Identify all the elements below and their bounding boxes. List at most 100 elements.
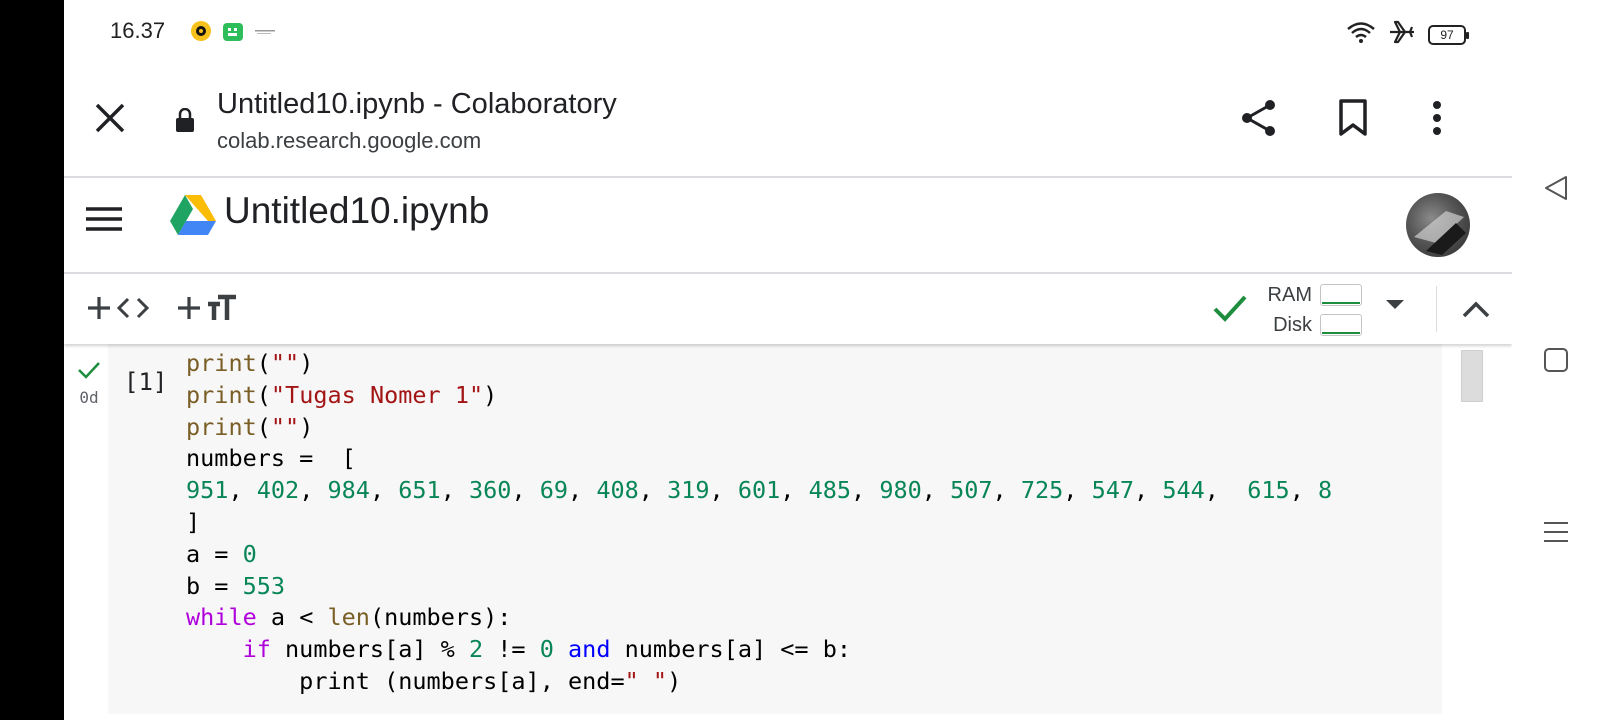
code-token: print bbox=[186, 349, 257, 377]
page-url[interactable]: colab.research.google.com bbox=[217, 128, 481, 154]
code-line[interactable]: print("Tugas Nomer 1") bbox=[186, 380, 1332, 412]
code-token: ) bbox=[299, 349, 314, 377]
code-token: , bbox=[709, 476, 738, 505]
code-token: 615 bbox=[1247, 476, 1290, 505]
ram-label: RAM bbox=[1267, 284, 1312, 306]
code-token: numbers = [ bbox=[186, 444, 356, 473]
code-token: 544 bbox=[1162, 476, 1205, 505]
menu-icon[interactable] bbox=[84, 198, 124, 238]
back-icon[interactable] bbox=[1540, 172, 1572, 204]
home-icon[interactable] bbox=[1540, 344, 1572, 376]
left-screen-edge bbox=[0, 0, 64, 720]
resource-labels[interactable]: RAM Disk bbox=[1242, 280, 1312, 340]
code-token: 601 bbox=[737, 476, 781, 505]
code-line[interactable]: b = 553 bbox=[186, 571, 1332, 603]
plus-icon bbox=[88, 297, 110, 319]
code-line[interactable]: a = 0 bbox=[186, 539, 1332, 571]
code-token: a = bbox=[186, 539, 243, 568]
code-editor[interactable]: [1] print("") print("Tugas Nomer 1") print… bbox=[108, 344, 1442, 714]
add-text-button[interactable] bbox=[176, 288, 238, 328]
code-token: "" bbox=[270, 349, 300, 377]
code-token: , bbox=[299, 476, 328, 505]
code-token: 319 bbox=[667, 476, 710, 505]
code-token: len bbox=[327, 603, 370, 632]
code-token: != bbox=[483, 635, 540, 664]
code-token: 725 bbox=[1020, 476, 1064, 505]
code-token: numbers[a] % bbox=[270, 635, 469, 664]
shop-app-icon bbox=[222, 20, 244, 47]
code-token: , bbox=[992, 476, 1021, 505]
code-token: 0 bbox=[242, 539, 257, 568]
browser-toolbar: Untitled10.ipynb - Colaboratory colab.re… bbox=[64, 60, 1512, 178]
code-token: 402 bbox=[256, 476, 300, 505]
code-token: "" bbox=[270, 412, 300, 441]
google-drive-icon[interactable] bbox=[170, 195, 216, 235]
code-token: 980 bbox=[879, 476, 922, 505]
code-line[interactable]: 951, 402, 984, 651, 360, 69, 408, 319, 6… bbox=[186, 475, 1332, 507]
add-code-button[interactable] bbox=[86, 288, 150, 328]
code-token: print bbox=[186, 380, 257, 409]
code-token: ) bbox=[299, 412, 314, 441]
code-token: " " bbox=[624, 666, 668, 695]
notification-icons bbox=[190, 20, 276, 47]
code-token: 8 bbox=[1318, 476, 1333, 505]
code-token: , bbox=[228, 476, 257, 505]
notebook-title[interactable]: Untitled10.ipynb bbox=[224, 190, 489, 232]
code-token: 360 bbox=[469, 476, 512, 505]
code-token: 485 bbox=[808, 476, 852, 505]
disk-label: Disk bbox=[1273, 314, 1312, 336]
lock-icon bbox=[176, 107, 194, 132]
code-line[interactable]: print("") bbox=[186, 348, 1332, 380]
code-token: "Tugas Nomer 1" bbox=[270, 380, 484, 409]
code-token: ] bbox=[186, 507, 201, 536]
code-line[interactable]: if numbers[a] % 2 != 0 and numbers[a] <=… bbox=[186, 634, 1332, 666]
phone-screen: 16.37 97 Untitled10.ipynb - Colaboratory… bbox=[64, 0, 1512, 720]
code-token: 408 bbox=[596, 476, 639, 505]
more-vert-icon[interactable] bbox=[1417, 98, 1457, 138]
runtime-dropdown-icon[interactable] bbox=[1386, 300, 1404, 309]
code-token: , bbox=[638, 476, 668, 505]
battery-indicator: 97 bbox=[1428, 24, 1469, 45]
text-format-icon bbox=[208, 294, 236, 320]
code-line[interactable]: print("") bbox=[186, 412, 1332, 444]
bookmark-icon[interactable] bbox=[1333, 98, 1373, 138]
code-token: ) bbox=[483, 380, 498, 409]
status-right: 97 bbox=[1346, 20, 1469, 49]
code-token: b = bbox=[186, 571, 243, 600]
code-token: print bbox=[186, 412, 257, 441]
close-icon[interactable] bbox=[92, 100, 128, 136]
code-line[interactable]: while a < len(numbers): bbox=[186, 602, 1332, 634]
code-token: , bbox=[1134, 476, 1163, 505]
code-token: , bbox=[921, 476, 951, 505]
code-token: 2 bbox=[468, 635, 484, 664]
code-token: 69 bbox=[539, 476, 569, 505]
code-line[interactable]: ] bbox=[186, 507, 1332, 539]
disk-meter bbox=[1320, 314, 1362, 336]
code-cell: 0d [1] print("") print("Tugas Nomer 1") pr… bbox=[64, 344, 1512, 720]
code-lines[interactable]: print("") print("Tugas Nomer 1") print("")… bbox=[186, 348, 1332, 698]
execution-time: 0d bbox=[79, 388, 99, 407]
recents-menu-icon[interactable] bbox=[1540, 516, 1572, 548]
code-token: 553 bbox=[242, 571, 286, 600]
code-token: , bbox=[440, 476, 469, 505]
ram-meter bbox=[1320, 284, 1362, 306]
code-token: , bbox=[1289, 476, 1318, 505]
code-token: 0 bbox=[539, 635, 554, 664]
share-icon[interactable] bbox=[1239, 98, 1279, 138]
avatar[interactable] bbox=[1406, 193, 1470, 257]
collapse-toolbar-icon[interactable] bbox=[1458, 292, 1494, 328]
cell-run-check-icon[interactable] bbox=[74, 360, 104, 385]
podcast-app-icon bbox=[190, 20, 212, 47]
code-token: ( bbox=[256, 380, 271, 409]
code-line[interactable]: numbers = [ bbox=[186, 443, 1332, 475]
code-token: ( bbox=[256, 349, 271, 377]
code-token: 507 bbox=[950, 476, 993, 505]
code-token: (numbers): bbox=[369, 603, 512, 632]
code-token: print (numbers[a], end= bbox=[186, 666, 625, 695]
code-line[interactable]: print (numbers[a], end=" ") bbox=[186, 666, 1332, 698]
code-token: numbers[a] <= b: bbox=[610, 635, 852, 664]
status-bar: 16.37 97 bbox=[64, 0, 1512, 60]
code-token: , bbox=[568, 476, 597, 505]
vertical-scrollbar[interactable] bbox=[1461, 350, 1483, 402]
